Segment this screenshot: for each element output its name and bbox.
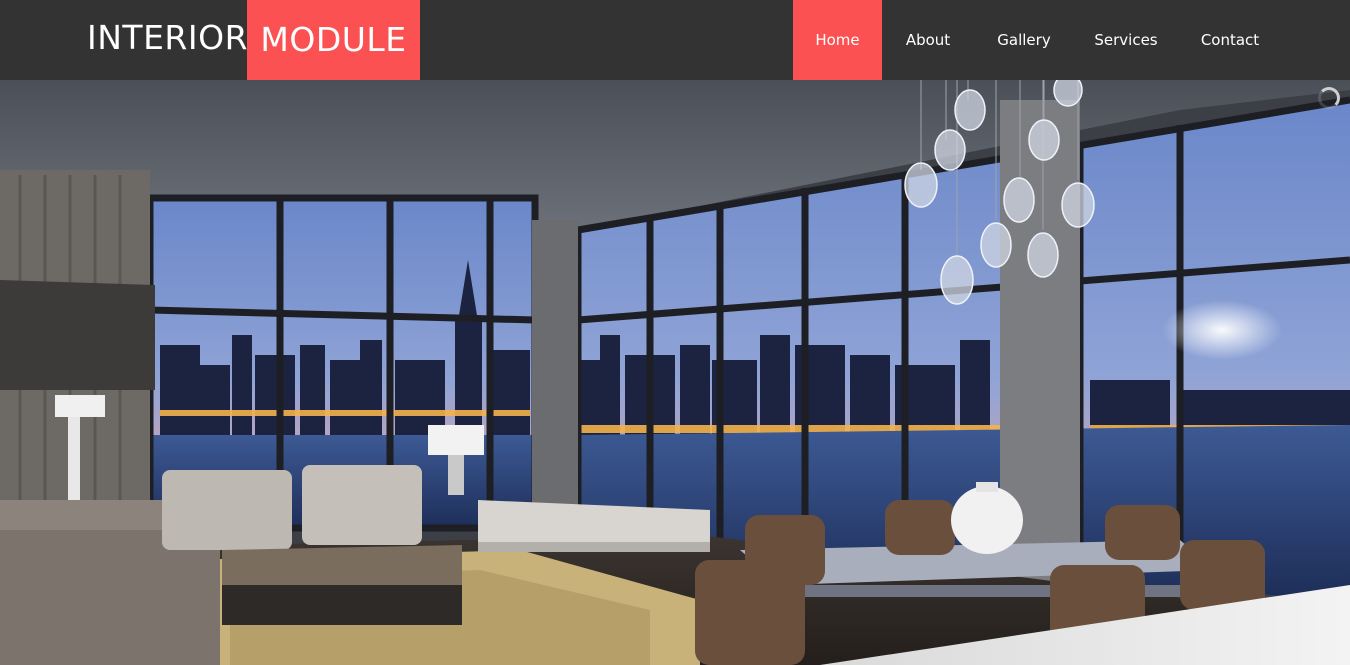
site-header: INTERIOR MODULE Home About Gallery Servi… [0,0,1350,80]
nav-home[interactable]: Home [793,0,882,80]
nav-gallery[interactable]: Gallery [974,0,1074,80]
main-nav: Home About Gallery Services Contact [793,0,1282,80]
hero-image [0,80,1350,665]
nav-about[interactable]: About [882,0,974,80]
nav-contact[interactable]: Contact [1178,0,1282,80]
logo-text-module[interactable]: MODULE [247,0,420,80]
loading-spinner-icon [1318,87,1340,109]
hero-slider[interactable] [0,80,1350,665]
nav-services[interactable]: Services [1074,0,1178,80]
logo-text-interior[interactable]: INTERIOR [87,18,248,57]
